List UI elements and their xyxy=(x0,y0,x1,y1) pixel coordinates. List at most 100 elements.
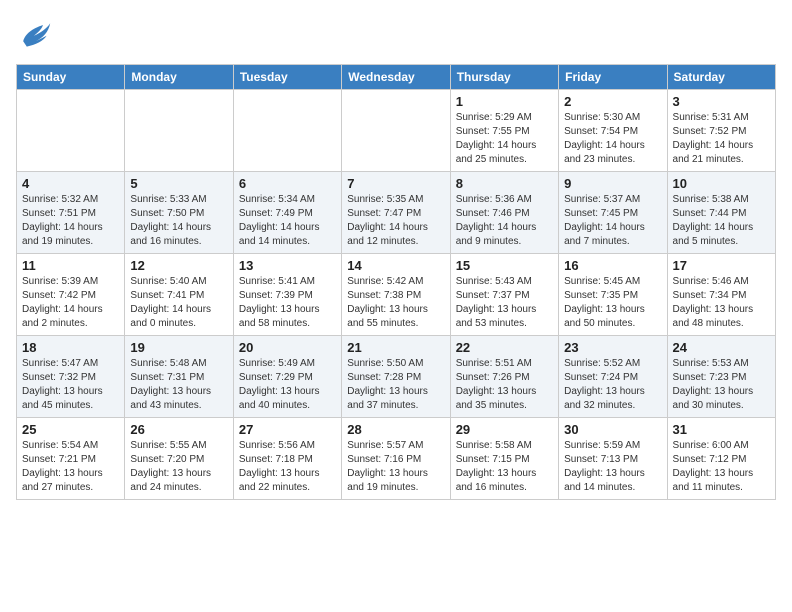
day-number: 16 xyxy=(564,258,661,273)
calendar-cell: 16 Sunrise: 5:45 AM Sunset: 7:35 PM Dayli… xyxy=(559,254,667,336)
calendar-cell xyxy=(342,90,450,172)
calendar-cell: 23 Sunrise: 5:52 AM Sunset: 7:24 PM Dayli… xyxy=(559,336,667,418)
day-number: 19 xyxy=(130,340,227,355)
day-number: 7 xyxy=(347,176,444,191)
day-detail: Sunrise: 5:54 AM Sunset: 7:21 PM Dayligh… xyxy=(22,439,119,495)
day-number: 22 xyxy=(456,340,553,355)
calendar-cell: 19 Sunrise: 5:48 AM Sunset: 7:31 PM Dayli… xyxy=(125,336,233,418)
day-detail: Sunrise: 5:30 AM Sunset: 7:54 PM Dayligh… xyxy=(564,111,661,167)
day-detail: Sunrise: 5:47 AM Sunset: 7:32 PM Dayligh… xyxy=(22,357,119,413)
day-detail: Sunrise: 5:45 AM Sunset: 7:35 PM Dayligh… xyxy=(564,275,661,331)
day-number: 8 xyxy=(456,176,553,191)
calendar-cell: 1 Sunrise: 5:29 AM Sunset: 7:55 PM Daylig… xyxy=(450,90,558,172)
calendar-cell: 27 Sunrise: 5:56 AM Sunset: 7:18 PM Dayli… xyxy=(233,418,341,500)
calendar-header-thursday: Thursday xyxy=(450,65,558,90)
day-number: 14 xyxy=(347,258,444,273)
calendar-cell: 31Sunrise: 6:00 AM Sunset: 7:12 PM Dayli… xyxy=(667,418,775,500)
day-number: 3 xyxy=(673,94,770,109)
day-detail: Sunrise: 5:31 AM Sunset: 7:52 PM Dayligh… xyxy=(673,111,770,167)
calendar-cell: 25 Sunrise: 5:54 AM Sunset: 7:21 PM Dayli… xyxy=(17,418,125,500)
day-detail: Sunrise: 5:37 AM Sunset: 7:45 PM Dayligh… xyxy=(564,193,661,249)
day-detail: Sunrise: 5:33 AM Sunset: 7:50 PM Dayligh… xyxy=(130,193,227,249)
day-number: 15 xyxy=(456,258,553,273)
day-detail: Sunrise: 5:38 AM Sunset: 7:44 PM Dayligh… xyxy=(673,193,770,249)
calendar-cell: 17Sunrise: 5:46 AM Sunset: 7:34 PM Dayli… xyxy=(667,254,775,336)
calendar-cell xyxy=(125,90,233,172)
day-number: 18 xyxy=(22,340,119,355)
calendar-week-1: 1 Sunrise: 5:29 AM Sunset: 7:55 PM Daylig… xyxy=(17,90,776,172)
day-number: 24 xyxy=(673,340,770,355)
calendar-cell: 29 Sunrise: 5:58 AM Sunset: 7:15 PM Dayli… xyxy=(450,418,558,500)
day-detail: Sunrise: 5:57 AM Sunset: 7:16 PM Dayligh… xyxy=(347,439,444,495)
day-number: 28 xyxy=(347,422,444,437)
calendar-cell: 10 Sunrise: 5:38 AM Sunset: 7:44 PM Dayli… xyxy=(667,172,775,254)
day-detail: Sunrise: 5:42 AM Sunset: 7:38 PM Dayligh… xyxy=(347,275,444,331)
day-detail: Sunrise: 5:41 AM Sunset: 7:39 PM Dayligh… xyxy=(239,275,336,331)
day-number: 11 xyxy=(22,258,119,273)
day-detail: Sunrise: 5:32 AM Sunset: 7:51 PM Dayligh… xyxy=(22,193,119,249)
calendar-cell: 9 Sunrise: 5:37 AM Sunset: 7:45 PM Daylig… xyxy=(559,172,667,254)
calendar-cell: 20 Sunrise: 5:49 AM Sunset: 7:29 PM Dayli… xyxy=(233,336,341,418)
calendar-cell: 21Sunrise: 5:50 AM Sunset: 7:28 PM Dayli… xyxy=(342,336,450,418)
day-detail: Sunrise: 5:34 AM Sunset: 7:49 PM Dayligh… xyxy=(239,193,336,249)
calendar-cell: 11 Sunrise: 5:39 AM Sunset: 7:42 PM Dayli… xyxy=(17,254,125,336)
calendar-header-wednesday: Wednesday xyxy=(342,65,450,90)
day-number: 1 xyxy=(456,94,553,109)
calendar-cell: 24 Sunrise: 5:53 AM Sunset: 7:23 PM Dayli… xyxy=(667,336,775,418)
calendar-cell: 6Sunrise: 5:34 AM Sunset: 7:49 PM Daylig… xyxy=(233,172,341,254)
calendar-table: SundayMondayTuesdayWednesdayThursdayFrid… xyxy=(16,64,776,500)
calendar-header-tuesday: Tuesday xyxy=(233,65,341,90)
calendar-cell: 8 Sunrise: 5:36 AM Sunset: 7:46 PM Daylig… xyxy=(450,172,558,254)
day-detail: Sunrise: 5:56 AM Sunset: 7:18 PM Dayligh… xyxy=(239,439,336,495)
day-detail: Sunrise: 5:51 AM Sunset: 7:26 PM Dayligh… xyxy=(456,357,553,413)
day-number: 5 xyxy=(130,176,227,191)
day-number: 20 xyxy=(239,340,336,355)
logo-icon xyxy=(16,16,52,52)
calendar-cell: 26Sunrise: 5:55 AM Sunset: 7:20 PM Dayli… xyxy=(125,418,233,500)
calendar-cell: 12 Sunrise: 5:40 AM Sunset: 7:41 PM Dayli… xyxy=(125,254,233,336)
calendar-cell xyxy=(233,90,341,172)
header xyxy=(16,16,776,52)
day-number: 2 xyxy=(564,94,661,109)
calendar-week-4: 18 Sunrise: 5:47 AM Sunset: 7:32 PM Dayli… xyxy=(17,336,776,418)
logo xyxy=(16,16,54,52)
calendar-header-saturday: Saturday xyxy=(667,65,775,90)
day-detail: Sunrise: 5:59 AM Sunset: 7:13 PM Dayligh… xyxy=(564,439,661,495)
day-detail: Sunrise: 5:55 AM Sunset: 7:20 PM Dayligh… xyxy=(130,439,227,495)
day-detail: Sunrise: 5:49 AM Sunset: 7:29 PM Dayligh… xyxy=(239,357,336,413)
day-number: 25 xyxy=(22,422,119,437)
day-number: 10 xyxy=(673,176,770,191)
calendar-week-3: 11 Sunrise: 5:39 AM Sunset: 7:42 PM Dayli… xyxy=(17,254,776,336)
day-detail: Sunrise: 5:36 AM Sunset: 7:46 PM Dayligh… xyxy=(456,193,553,249)
calendar-cell: 7 Sunrise: 5:35 AM Sunset: 7:47 PM Daylig… xyxy=(342,172,450,254)
calendar-header-monday: Monday xyxy=(125,65,233,90)
day-detail: Sunrise: 6:00 AM Sunset: 7:12 PM Dayligh… xyxy=(673,439,770,495)
calendar-cell: 2 Sunrise: 5:30 AM Sunset: 7:54 PM Daylig… xyxy=(559,90,667,172)
calendar-cell: 22 Sunrise: 5:51 AM Sunset: 7:26 PM Dayli… xyxy=(450,336,558,418)
day-number: 12 xyxy=(130,258,227,273)
day-detail: Sunrise: 5:58 AM Sunset: 7:15 PM Dayligh… xyxy=(456,439,553,495)
calendar-cell: 18 Sunrise: 5:47 AM Sunset: 7:32 PM Dayli… xyxy=(17,336,125,418)
day-detail: Sunrise: 5:48 AM Sunset: 7:31 PM Dayligh… xyxy=(130,357,227,413)
day-number: 4 xyxy=(22,176,119,191)
calendar-header-friday: Friday xyxy=(559,65,667,90)
day-number: 29 xyxy=(456,422,553,437)
calendar-cell: 3 Sunrise: 5:31 AM Sunset: 7:52 PM Daylig… xyxy=(667,90,775,172)
day-number: 13 xyxy=(239,258,336,273)
day-detail: Sunrise: 5:46 AM Sunset: 7:34 PM Dayligh… xyxy=(673,275,770,331)
calendar-cell: 15Sunrise: 5:43 AM Sunset: 7:37 PM Dayli… xyxy=(450,254,558,336)
calendar-header-sunday: Sunday xyxy=(17,65,125,90)
calendar-week-5: 25 Sunrise: 5:54 AM Sunset: 7:21 PM Dayli… xyxy=(17,418,776,500)
day-detail: Sunrise: 5:35 AM Sunset: 7:47 PM Dayligh… xyxy=(347,193,444,249)
day-detail: Sunrise: 5:39 AM Sunset: 7:42 PM Dayligh… xyxy=(22,275,119,331)
day-number: 27 xyxy=(239,422,336,437)
calendar-cell: 5 Sunrise: 5:33 AM Sunset: 7:50 PM Daylig… xyxy=(125,172,233,254)
day-number: 23 xyxy=(564,340,661,355)
calendar-cell: 14 Sunrise: 5:42 AM Sunset: 7:38 PM Dayli… xyxy=(342,254,450,336)
day-number: 9 xyxy=(564,176,661,191)
day-detail: Sunrise: 5:40 AM Sunset: 7:41 PM Dayligh… xyxy=(130,275,227,331)
day-detail: Sunrise: 5:52 AM Sunset: 7:24 PM Dayligh… xyxy=(564,357,661,413)
day-detail: Sunrise: 5:53 AM Sunset: 7:23 PM Dayligh… xyxy=(673,357,770,413)
calendar-cell: 28 Sunrise: 5:57 AM Sunset: 7:16 PM Dayli… xyxy=(342,418,450,500)
day-detail: Sunrise: 5:29 AM Sunset: 7:55 PM Dayligh… xyxy=(456,111,553,167)
